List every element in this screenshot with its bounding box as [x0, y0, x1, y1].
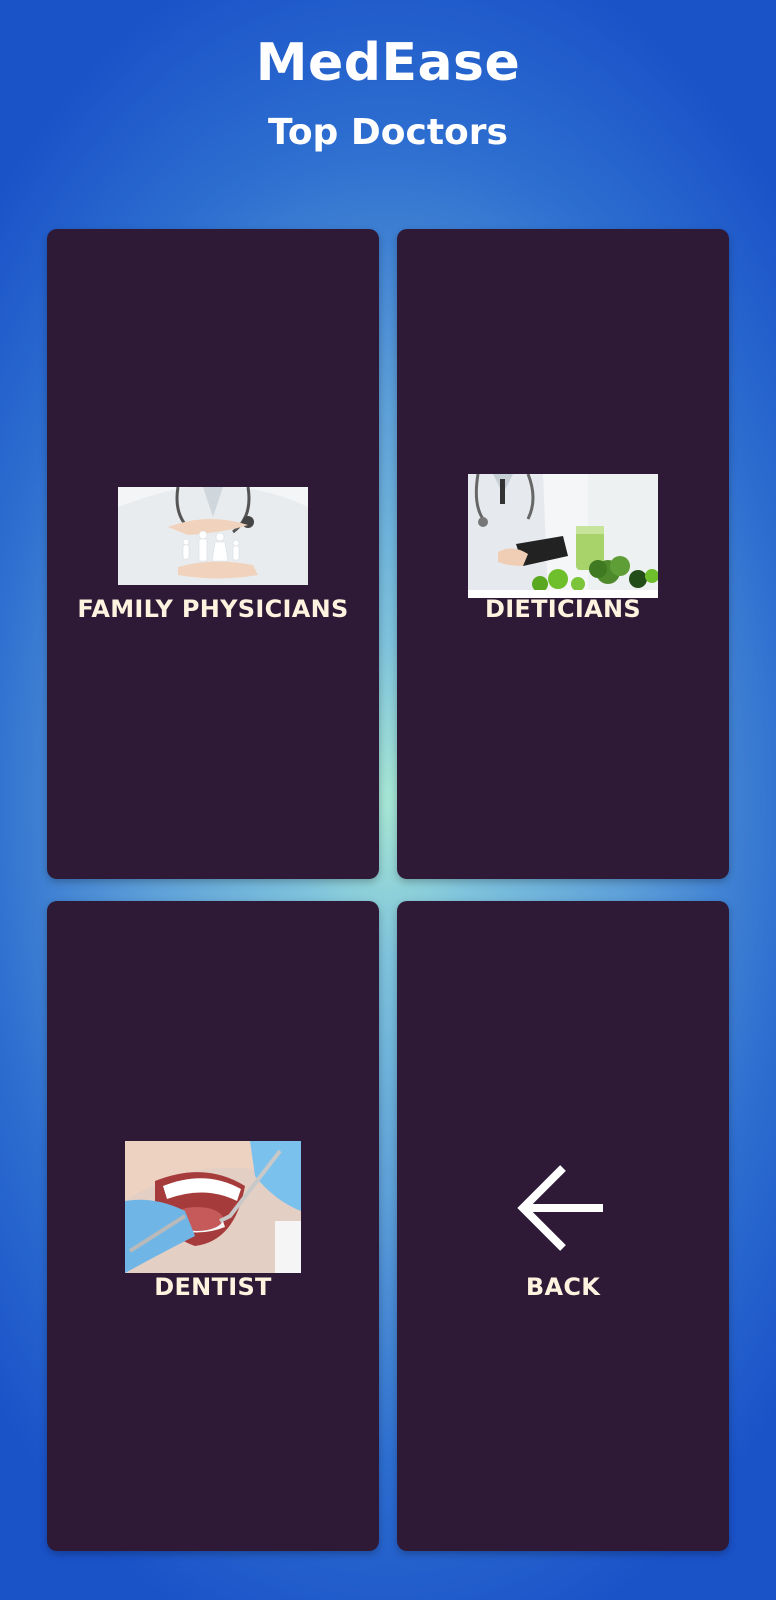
arrow-left-icon	[515, 1162, 611, 1254]
dietician-photo	[468, 474, 658, 598]
family-physicians-label: FAMILY PHYSICIANS	[77, 595, 349, 623]
dentist-photo	[125, 1141, 301, 1273]
dieticians-card[interactable]: DIETICIANS	[397, 229, 729, 879]
dieticians-label: DIETICIANS	[484, 595, 642, 623]
page-title: Top Doctors	[268, 112, 508, 153]
back-card[interactable]: BACK	[397, 901, 729, 1551]
dentist-card[interactable]: DENTIST	[47, 901, 379, 1551]
family-care-photo	[118, 487, 308, 585]
app-title: MedEase	[255, 33, 521, 93]
family-physicians-card[interactable]: FAMILY PHYSICIANS	[47, 229, 379, 879]
dentist-label: DENTIST	[154, 1273, 272, 1301]
back-label: BACK	[525, 1273, 601, 1301]
